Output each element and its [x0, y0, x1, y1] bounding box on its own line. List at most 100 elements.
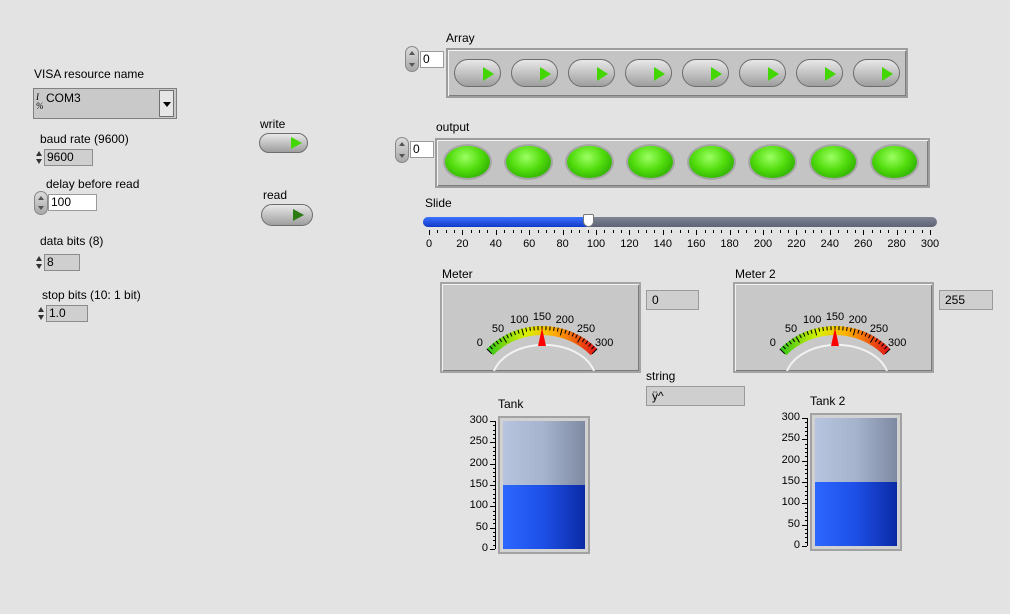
data-bits-field[interactable]: 8	[44, 254, 80, 271]
meter2-scale-label: 200	[849, 314, 867, 326]
meter2-gauge: 0 50 100 150 200 250 300	[733, 282, 934, 373]
tank2-indicator: 300 250 200 150 100 50 0	[778, 409, 904, 555]
output-led-container	[435, 138, 930, 188]
tank2-frame	[810, 413, 902, 551]
meter2-scale-label: 300	[888, 337, 906, 349]
string-indicator: ÿ^	[646, 386, 745, 406]
delay-label: delay before read	[46, 177, 140, 191]
meter-tick	[553, 326, 555, 331]
slide-tick	[804, 230, 806, 233]
play-icon	[882, 67, 893, 81]
slide-tick	[454, 230, 456, 233]
slide-tick-label: 220	[787, 238, 806, 250]
slide-thumb[interactable]	[582, 214, 594, 227]
array-element-button[interactable]	[568, 59, 615, 87]
output-label: output	[436, 120, 470, 134]
data-bits-stepper[interactable]	[35, 253, 44, 272]
visa-resource-value[interactable]: COM3	[46, 91, 81, 105]
slide-tick	[529, 230, 531, 235]
output-index-stepper[interactable]	[395, 137, 409, 163]
slide-tick-label: 40	[489, 238, 502, 250]
tank2-scale-label: 50	[787, 517, 800, 530]
meter-gauge: 0 50 100 150 200 250 300	[440, 282, 641, 373]
array-element-button[interactable]	[454, 59, 501, 87]
array-element-button[interactable]	[625, 59, 672, 87]
slide-tick	[704, 230, 706, 233]
write-label: write	[260, 117, 286, 131]
slide-tick	[470, 230, 472, 233]
tank-scale-label: 50	[475, 520, 488, 533]
output-led	[870, 144, 919, 180]
play-icon	[291, 137, 302, 149]
array-element-button[interactable]	[853, 59, 900, 87]
meter-label: Meter	[442, 267, 473, 281]
slide-control[interactable]: 0 20 40 60 80 100 120 140 160 180 200 220 240 260 280 3…	[423, 214, 939, 254]
slide-tick	[863, 230, 865, 235]
tank2-scale-label: 0	[793, 539, 800, 551]
array-element-button[interactable]	[511, 59, 558, 87]
slide-tick	[587, 230, 589, 233]
slide-tick	[429, 230, 430, 235]
play-icon	[711, 67, 722, 81]
slide-tick	[495, 230, 497, 235]
delay-stepper[interactable]	[34, 191, 48, 215]
slide-tick	[771, 230, 773, 233]
slide-fill	[423, 217, 588, 227]
tank-scale-label: 150	[469, 478, 488, 490]
array-element-button[interactable]	[682, 59, 729, 87]
array-element-button[interactable]	[796, 59, 843, 87]
tank2-scale-axis	[807, 418, 808, 546]
slide-tick	[888, 230, 890, 233]
slide-tick	[904, 230, 906, 233]
slide-tick	[621, 230, 623, 233]
array-index-field[interactable]: 0	[420, 51, 444, 68]
write-button[interactable]	[259, 133, 308, 153]
play-icon	[597, 67, 608, 81]
slide-tick	[821, 230, 823, 233]
tank2-scale-label: 200	[781, 453, 800, 466]
slide-tick-label: 240	[820, 238, 839, 250]
slide-tick	[554, 230, 556, 233]
slide-tick	[562, 230, 564, 235]
delay-field[interactable]: 100	[48, 194, 97, 211]
stop-bits-stepper[interactable]	[37, 304, 46, 323]
slide-tick	[462, 230, 464, 235]
slide-tick	[712, 230, 714, 233]
output-index-field[interactable]: 0	[410, 141, 434, 158]
meter2-scale-label: 0	[770, 337, 776, 349]
slide-tick	[871, 230, 873, 233]
slide-tick	[479, 230, 481, 233]
slide-tick-label: 160	[687, 238, 706, 250]
meter-scale-label: 150	[533, 311, 551, 323]
output-led	[748, 144, 797, 180]
slide-tick-label: 280	[887, 238, 906, 250]
slide-tick	[570, 230, 572, 233]
meter2-scale-label: 100	[803, 314, 821, 326]
slide-tick	[838, 230, 840, 233]
dropdown-arrow-icon[interactable]	[159, 90, 174, 117]
slide-tick	[504, 230, 506, 233]
slide-tick	[737, 230, 739, 233]
array-element-button[interactable]	[739, 59, 786, 87]
visa-resource-combo[interactable]: I% COM3	[33, 88, 177, 119]
slide-tick	[437, 230, 439, 233]
output-led	[504, 144, 553, 180]
slide-label: Slide	[425, 196, 452, 210]
baud-rate-stepper[interactable]	[35, 148, 44, 167]
baud-rate-field[interactable]: 9600	[44, 149, 93, 166]
slide-tick	[829, 230, 831, 235]
play-icon	[825, 67, 836, 81]
play-icon	[293, 209, 304, 221]
slide-tick-label: 60	[523, 238, 536, 250]
stop-bits-field[interactable]: 1.0	[46, 305, 88, 322]
array-container	[446, 48, 908, 98]
slide-tick	[487, 230, 489, 233]
output-led	[565, 144, 614, 180]
array-index-stepper[interactable]	[405, 46, 419, 72]
tank-scale-label: 0	[481, 542, 488, 554]
read-led	[261, 204, 313, 226]
slide-tick	[813, 230, 815, 233]
tank-empty	[503, 421, 585, 485]
meter-scale-label: 250	[577, 323, 595, 335]
meter2-scale-label: 50	[785, 323, 797, 335]
